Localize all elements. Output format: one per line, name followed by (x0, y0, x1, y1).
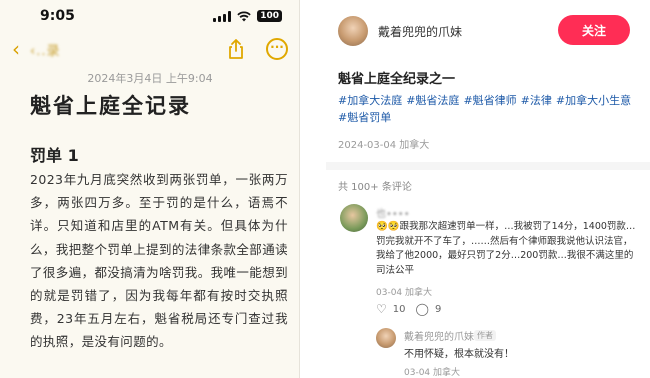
tag-link[interactable]: #魁省律师 (463, 94, 516, 107)
follow-button[interactable]: 关注 (558, 15, 630, 45)
commenter-name[interactable]: 也•••• (376, 205, 410, 220)
status-icons: 100 (213, 10, 282, 22)
comment-count: 共 100+ 条评论 (338, 182, 412, 193)
comment-meta: 03-04 加拿大 (376, 288, 433, 298)
tag-link[interactable]: #加拿大法庭 (338, 94, 402, 107)
battery-icon: 100 (257, 10, 282, 22)
post-panel: 戴着兜兜的爪妹 关注 魁省上庭全纪录之一 #加拿大法庭 #魁省法庭 #魁省律师 #法律… (326, 0, 650, 378)
like-icon[interactable]: ♡ (376, 302, 387, 316)
folder-name[interactable]: ‹..录 (30, 40, 60, 59)
tag-link[interactable]: #魁省罚单 (338, 111, 391, 124)
ellipsis-circle-icon[interactable]: ··· (266, 38, 288, 60)
tag-link[interactable]: #魁省法庭 (406, 94, 459, 107)
cellular-signal-icon (213, 10, 232, 22)
note-title: 魁省上庭全记录 (30, 94, 191, 118)
phone-note-screenshot: 9:05 100 ‹ ‹..录 ··· 2024年3月4日 上午9:04 魁省上… (0, 0, 300, 378)
section-divider (326, 162, 650, 170)
note-heading: 罚单 1 (30, 146, 79, 165)
note-date: 2024年3月4日 上午9:04 (87, 72, 213, 85)
chevron-left-icon[interactable]: ‹ (12, 38, 30, 60)
status-bar: 9:05 100 (0, 0, 299, 30)
like-count: 10 (392, 303, 406, 315)
reply-count: 9 (434, 303, 442, 315)
reply-text: 不用怀疑，根本就没有！ (404, 349, 514, 360)
tag-link[interactable]: #法律 (521, 94, 552, 107)
wifi-icon (237, 11, 251, 22)
commenter-avatar[interactable] (340, 204, 368, 232)
note-navbar: ‹ ‹..录 ··· (0, 34, 299, 64)
comment-actions: ♡ 10 ◯ 9 (376, 302, 441, 316)
author-badge: 作者 (474, 330, 496, 341)
share-icon[interactable] (226, 38, 246, 64)
post-title: 魁省上庭全纪录之一 (338, 72, 456, 87)
status-time: 9:05 (40, 8, 75, 24)
post-tags: #加拿大法庭 #魁省法庭 #魁省律师 #法律 #加拿大小生意 #魁省罚单 (338, 92, 638, 126)
tag-link[interactable]: #加拿大小生意 (556, 94, 631, 107)
reply-bubble-icon[interactable]: ◯ (416, 302, 429, 316)
reply-meta: 03-04 加拿大 (404, 368, 461, 378)
author-avatar[interactable] (338, 16, 368, 46)
comment-text: 🥺🥺跟我那次超速罚单一样，…我被罚了14分，1400罚款…罚完我就开不了车了，…… (376, 221, 636, 276)
reply-author-name[interactable]: 戴着兜兜的爪妹 (404, 328, 474, 343)
author-name[interactable]: 戴着兜兜的爪妹 (378, 23, 462, 40)
post-date: 2024-03-04 加拿大 (338, 140, 430, 151)
reply-author-avatar[interactable] (376, 328, 396, 348)
note-body: 2023年九月底突然收到两张罚单，一张两万多，两张四万多。至于罚的是什么，语焉不… (30, 172, 289, 350)
